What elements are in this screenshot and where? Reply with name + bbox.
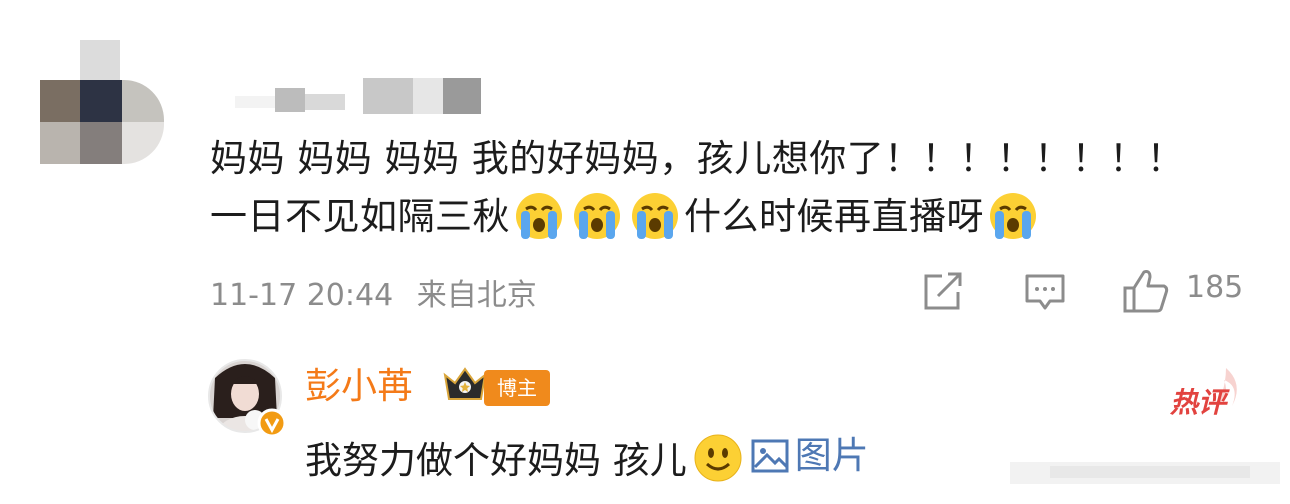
smile-emoji-icon xyxy=(694,434,742,482)
crying-emoji-icon xyxy=(632,193,678,239)
commenter-avatar[interactable] xyxy=(40,40,170,164)
image-link[interactable]: 图片 xyxy=(751,428,869,484)
comment-location: 来自北京 xyxy=(416,278,537,313)
image-icon xyxy=(751,439,789,473)
reply-body: 我努力做个好妈妈 孩儿 图片 xyxy=(305,428,869,489)
blogger-badge: 博主 xyxy=(484,370,550,406)
comment-line-1: 妈妈 妈妈 妈妈 我的好妈妈，孩儿想你了！！！！！！！！ xyxy=(210,137,1185,180)
verified-icon xyxy=(257,408,287,438)
reply-author-name[interactable]: 彭小苒 xyxy=(305,357,413,409)
comment-line-2-text-b: 什么时候再直播呀 xyxy=(684,195,984,238)
crying-emoji-icon xyxy=(990,193,1036,239)
like-icon[interactable] xyxy=(1122,268,1170,314)
hot-comment-tag: 热评 xyxy=(1170,386,1227,419)
comment-line-2-text: 一日不见如隔三秋 xyxy=(210,195,510,238)
comment-line-2: 一日不见如隔三秋 什么时候再直播呀 xyxy=(210,188,1210,246)
comment-body: 妈妈 妈妈 妈妈 我的好妈妈，孩儿想你了！！！！！！！！ 一日不见如隔三秋 什么时… xyxy=(210,130,1210,246)
reply-text: 我努力做个好妈妈 孩儿 xyxy=(305,439,687,482)
comment-meta: 11-17 20:44 来自北京 xyxy=(210,270,537,314)
crying-emoji-icon xyxy=(516,193,562,239)
crying-emoji-icon xyxy=(574,193,620,239)
watermark-blur xyxy=(1010,462,1280,484)
comment-icon[interactable] xyxy=(1024,273,1066,313)
crown-icon xyxy=(443,367,487,400)
like-count: 185 xyxy=(1186,270,1244,305)
commenter-name[interactable] xyxy=(235,78,495,114)
comment-date: 11-17 20:44 xyxy=(210,278,394,313)
share-icon[interactable] xyxy=(922,272,964,312)
image-link-label: 图片 xyxy=(794,434,869,477)
